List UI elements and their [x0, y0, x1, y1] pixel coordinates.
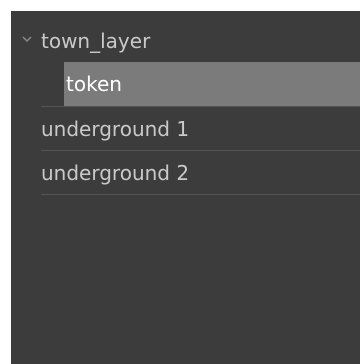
tree-item-label: underground 1 — [41, 117, 190, 141]
row-divider — [41, 194, 360, 195]
tree-item-label: town_layer — [41, 29, 151, 53]
tree-item-token-selected[interactable]: token — [64, 62, 360, 106]
tree-item-label: underground 2 — [41, 161, 190, 185]
tree-item-underground-2[interactable]: underground 2 — [11, 151, 360, 195]
tree-item-underground-1[interactable]: underground 1 — [11, 107, 360, 151]
tree-item-label: token — [66, 72, 122, 96]
layer-tree-panel: town_layer token underground 1 undergrou… — [11, 11, 360, 364]
chevron-down-icon[interactable] — [22, 34, 32, 44]
tree-item-town-layer[interactable]: town_layer — [11, 19, 360, 63]
